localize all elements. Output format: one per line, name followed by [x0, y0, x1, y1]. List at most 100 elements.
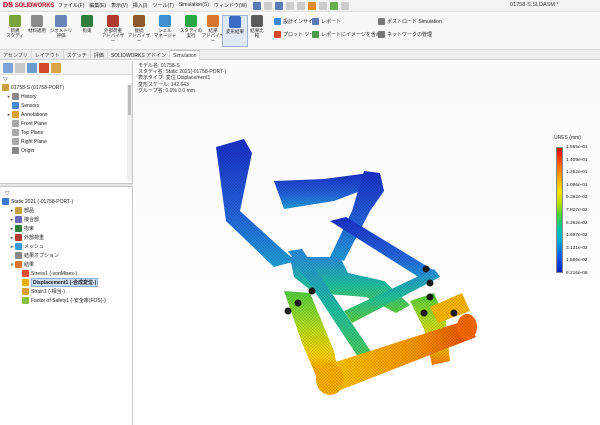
- configuration-tab-icon[interactable]: [27, 63, 37, 73]
- open-icon[interactable]: [274, 1, 283, 10]
- command-icon: [31, 15, 43, 27]
- study-tree-item[interactable]: Stress1 (-vonMises-): [2, 269, 133, 278]
- command-label: ジオメトリ 評価: [49, 28, 73, 38]
- command-icon: [133, 15, 145, 27]
- menu-item[interactable]: Simulation(S): [179, 2, 209, 9]
- study-tree-item[interactable]: ▸ メッシュ: [2, 242, 133, 251]
- feature-tree-root[interactable]: 01758-S (01758-PORT): [2, 83, 132, 92]
- menu-item[interactable]: ツール(T): [152, 2, 173, 9]
- tree-node-icon: [12, 147, 19, 154]
- tree-item-label: Top Plane: [21, 129, 44, 136]
- study-root[interactable]: Static 2021 (-01758-PORT-): [2, 197, 133, 206]
- undo-icon[interactable]: [307, 1, 316, 10]
- command-icon: [159, 15, 171, 27]
- command-button[interactable]: 結果比 較: [244, 15, 270, 38]
- menu-item[interactable]: 挿入(I): [133, 2, 148, 9]
- logo-text: SOLIDWORKS: [14, 2, 55, 9]
- command-icon: [229, 16, 241, 28]
- tab-command-manager[interactable]: SOLIDWORKS アドイン: [108, 50, 171, 60]
- menu-item[interactable]: 表示(V): [111, 2, 128, 9]
- command-small-icon: [378, 18, 385, 25]
- menu-item[interactable]: ウィンドウ(W): [214, 2, 247, 9]
- tree-item[interactable]: ▸ History: [2, 92, 132, 101]
- tree-item-label: 接合部: [24, 217, 40, 223]
- tree-filter[interactable]: ▽: [0, 75, 132, 83]
- tab-command-manager[interactable]: アセンブリ: [0, 50, 32, 60]
- tree-node-icon: [22, 279, 29, 286]
- dimxpert-tab-icon[interactable]: [39, 63, 49, 73]
- command-label: 変形結果: [226, 29, 244, 34]
- tab-command-manager[interactable]: Simulation: [170, 50, 201, 60]
- options-icon[interactable]: [340, 1, 349, 10]
- command-label: 材料適用: [28, 28, 46, 33]
- scrollbar-thumb[interactable]: [128, 85, 131, 115]
- print-icon[interactable]: [296, 1, 305, 10]
- tree-item[interactable]: Origin: [2, 146, 132, 155]
- tree-item-label: Factor of Safety1 (-安全率(FOS)-): [31, 298, 106, 304]
- feature-manager-tabs: [0, 61, 132, 75]
- study-tree-item[interactable]: Factor of Safety1 (-安全率(FOS)-): [2, 296, 133, 305]
- tree-item-label: Origin: [21, 147, 35, 154]
- command-button[interactable]: シェル マネージャ: [152, 15, 178, 38]
- study-filter[interactable]: ▽: [2, 189, 133, 197]
- command-button[interactable]: 材料適用: [24, 15, 50, 33]
- save-icon[interactable]: [285, 1, 294, 10]
- tree-node-icon: [12, 111, 19, 118]
- tree-item-label: 結果: [24, 262, 35, 268]
- study-icon: [2, 198, 9, 205]
- command-small-button[interactable]: レポート: [312, 18, 341, 25]
- tree-item[interactable]: Right Plane: [2, 137, 132, 146]
- study-tree-item[interactable]: Strain1 (-相当-): [2, 287, 133, 296]
- tree-item[interactable]: Sensors: [2, 101, 132, 110]
- command-small-button[interactable]: ネットワークの管理: [378, 31, 432, 38]
- command-label: シェル マネージャ: [153, 28, 177, 38]
- tab-command-manager[interactable]: レイアウト: [32, 50, 64, 60]
- command-button[interactable]: 外部荷重 アドバイザー: [100, 15, 126, 43]
- tree-node-icon: [15, 216, 22, 223]
- display-manager-tab-icon[interactable]: [51, 63, 61, 73]
- new-doc-icon[interactable]: [263, 1, 272, 10]
- menu-bar: ファイル(F) 編集(E) 表示(V) 挿入(I) ツール(T) Simulation(S…: [58, 2, 247, 9]
- solidworks-logo[interactable]: 𝐃𝐒 SOLIDWORKS: [3, 2, 55, 10]
- tab-command-manager[interactable]: スケッチ: [64, 50, 91, 60]
- bracket-model-displacement-plot[interactable]: [134, 61, 600, 425]
- study-tree-item[interactable]: ▸ 外部荷重: [2, 233, 133, 242]
- rebuild-icon[interactable]: [329, 1, 338, 10]
- panel-splitter[interactable]: [0, 183, 133, 187]
- tree-item[interactable]: Top Plane: [2, 128, 132, 137]
- tab-command-manager[interactable]: 評価: [91, 50, 108, 60]
- property-manager-tab-icon[interactable]: [15, 63, 25, 73]
- study-tree-item[interactable]: Displacement1 (-合成変位-): [2, 278, 133, 287]
- home-icon[interactable]: [252, 1, 261, 10]
- command-label: 結果比 較: [250, 28, 264, 38]
- study-tree-item[interactable]: ▸ 拘束: [2, 224, 133, 233]
- tree-node-icon: [15, 261, 22, 268]
- command-icon: [9, 15, 21, 27]
- menu-item[interactable]: ファイル(F): [58, 2, 84, 9]
- study-tree-item[interactable]: ▸ 接合部: [2, 215, 133, 224]
- study-tree-item[interactable]: 結果オプション: [2, 251, 133, 260]
- command-label: 外部荷重 アドバイザー: [101, 28, 125, 43]
- command-small-button[interactable]: ポストロード Simulation: [378, 18, 442, 25]
- menu-item[interactable]: 編集(E): [89, 2, 106, 9]
- title-bar: 𝐃𝐒 SOLIDWORKS ファイル(F) 編集(E) 表示(V) 挿入(I) ツール(…: [0, 0, 600, 12]
- command-icon: [207, 15, 219, 27]
- tree-item-label: Strain1 (-相当-): [31, 289, 65, 295]
- study-tree-item[interactable]: ▾ 結果: [2, 260, 133, 269]
- command-button[interactable]: 接続 アドバイザー: [126, 15, 152, 43]
- command-small-button[interactable]: レポートにイメージを含める: [312, 31, 386, 38]
- command-button[interactable]: ジオメトリ 評価: [48, 15, 74, 38]
- select-icon[interactable]: [318, 1, 327, 10]
- command-small-icon: [312, 18, 319, 25]
- feature-tree-tab-icon[interactable]: [3, 63, 13, 73]
- tree-item[interactable]: Front Plane: [2, 119, 132, 128]
- graphics-viewport[interactable]: モデル名: 01758-S スタディ名: Static 2021(-01758-P…: [134, 61, 600, 425]
- feature-tree-scrollbar[interactable]: [127, 83, 132, 181]
- tree-item[interactable]: ▸ Annotations: [2, 110, 132, 119]
- tree-item-label: 拘束: [24, 226, 35, 232]
- study-tree-item[interactable]: ▸ 部品: [2, 206, 133, 215]
- command-button[interactable]: 拘束: [74, 15, 100, 33]
- command-small-icon: [274, 18, 281, 25]
- tree-node-icon: [15, 243, 22, 250]
- tree-item-label: Static 2021 (-01758-PORT-): [11, 198, 74, 205]
